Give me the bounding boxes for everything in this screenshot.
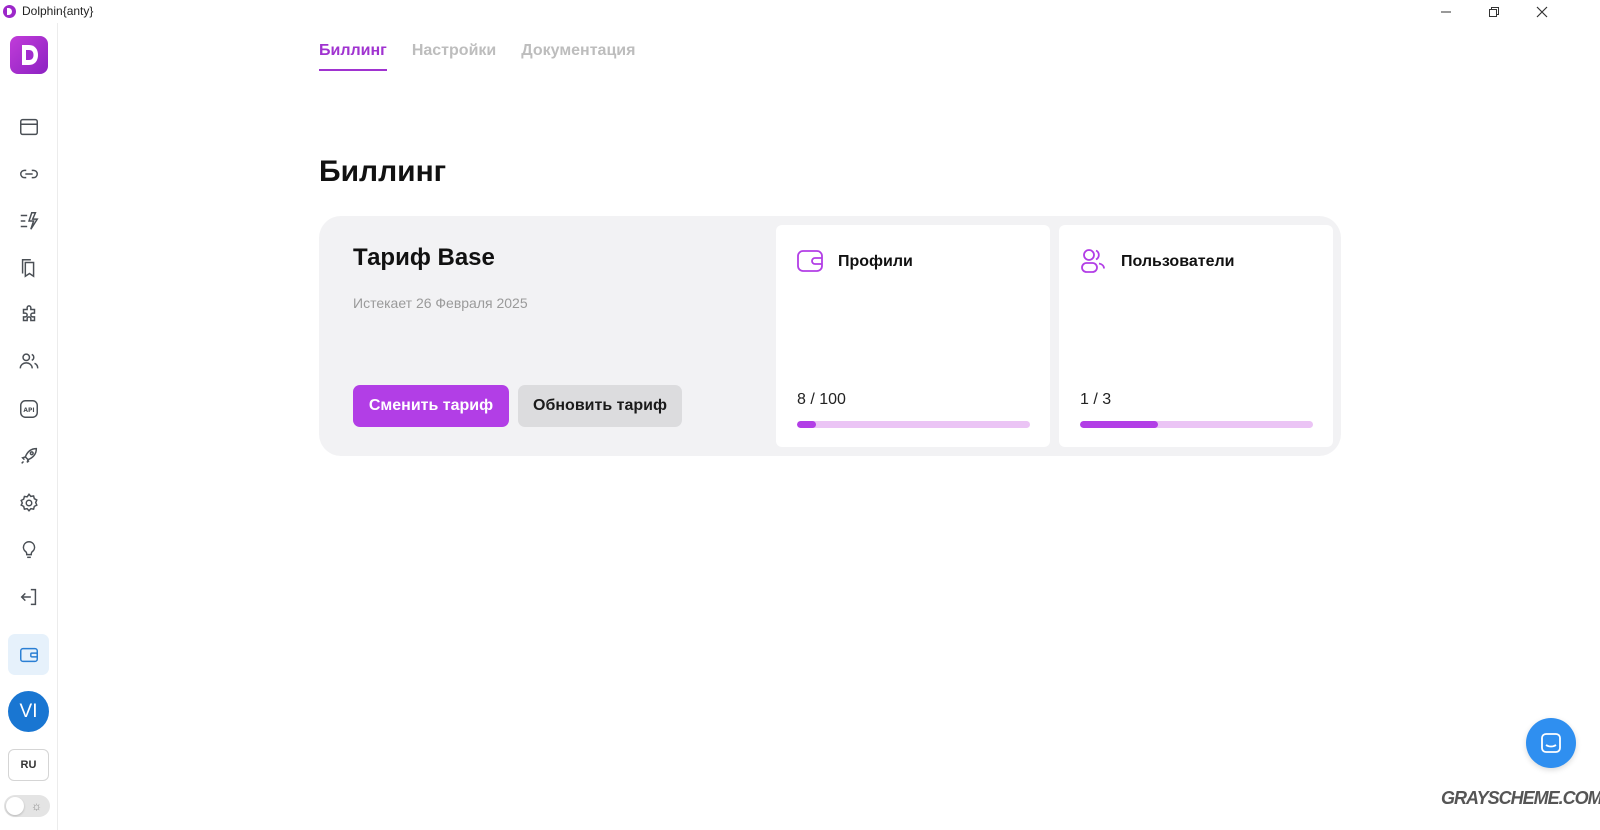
close-icon [1536,6,1548,17]
profiles-stat-card: Профили 8 / 100 [776,225,1050,447]
sidebar-item-users[interactable] [17,349,41,373]
api-icon: API [20,400,38,418]
minimize-button[interactable] [1422,0,1470,23]
sidebar-item-billing[interactable] [8,634,49,675]
plan-name: Тариф Base [353,244,495,271]
tab-bar: Биллинг Настройки Документация [319,42,635,71]
users-icon [19,353,39,369]
watermark: GRAYSCHEME.COM [1441,788,1600,808]
logout-icon [20,588,37,606]
users-count: 1 / 3 [1080,391,1112,408]
sun-icon: ☼ [31,799,42,813]
tab-settings[interactable]: Настройки [412,42,496,71]
dolphin-logo[interactable] [10,36,48,74]
restore-icon [1489,6,1499,17]
wallet-icon [19,647,38,662]
dolphin-logo-icon [22,45,38,65]
chat-icon [1541,733,1561,753]
sidebar-item-settings[interactable] [17,491,41,515]
link-icon [20,169,38,179]
flash-list-icon [20,212,39,230]
users-stat-card: Пользователи 1 / 3 [1059,225,1333,447]
change-plan-button[interactable]: Сменить тариф [353,385,509,427]
users-progress-bar [1080,421,1313,428]
title-bar: Dolphin{anty} [0,0,1600,23]
toggle-knob [6,797,24,815]
sidebar-item-proxies[interactable] [17,162,41,186]
svg-text:API: API [23,407,34,414]
sidebar-item-launch[interactable] [17,444,41,468]
billing-card: Тариф Base Истекает 26 Февраля 2025 Смен… [319,216,1341,456]
bookmarks-icon [21,259,35,278]
support-chat-button[interactable] [1526,718,1576,768]
users-label: Пользователи [1121,253,1235,270]
sidebar-item-bookmarks[interactable] [17,256,41,280]
rocket-icon [21,447,38,464]
sidebar-item-logout[interactable] [17,585,41,609]
avatar[interactable]: VI [8,691,49,732]
theme-toggle[interactable]: ☼ [4,795,50,817]
plan-expiry: Истекает 26 Февраля 2025 [353,295,528,311]
tab-billing[interactable]: Биллинг [319,42,387,71]
close-button[interactable] [1518,0,1566,23]
lightbulb-icon [22,541,36,559]
app-logo-icon [3,5,16,18]
profiles-progress-bar [797,421,1030,428]
language-button[interactable]: RU [8,749,49,781]
page-title: Биллинг [319,155,447,188]
sidebar-item-api[interactable]: API [17,397,41,421]
sidebar-item-automation[interactable] [17,209,41,233]
minimize-icon [1441,11,1451,12]
sidebar-item-browser-profiles[interactable] [17,115,41,139]
users-progress-fill [1080,421,1158,428]
window-title: Dolphin{anty} [22,4,94,18]
profiles-label: Профили [838,253,913,270]
wallet-icon [797,250,823,272]
renew-plan-button[interactable]: Обновить тариф [518,385,682,427]
browser-window-icon [20,118,38,136]
puzzle-icon [22,305,36,322]
profiles-count: 8 / 100 [797,391,846,408]
sidebar-item-tips[interactable] [17,538,41,562]
gear-icon [20,493,38,512]
tab-documentation[interactable]: Документация [521,42,635,71]
sidebar-item-extensions[interactable] [17,303,41,327]
users-icon [1081,249,1105,273]
sidebar: API VI RU ☼ [0,23,58,830]
restore-button[interactable] [1470,0,1518,23]
profiles-progress-fill [797,421,816,428]
